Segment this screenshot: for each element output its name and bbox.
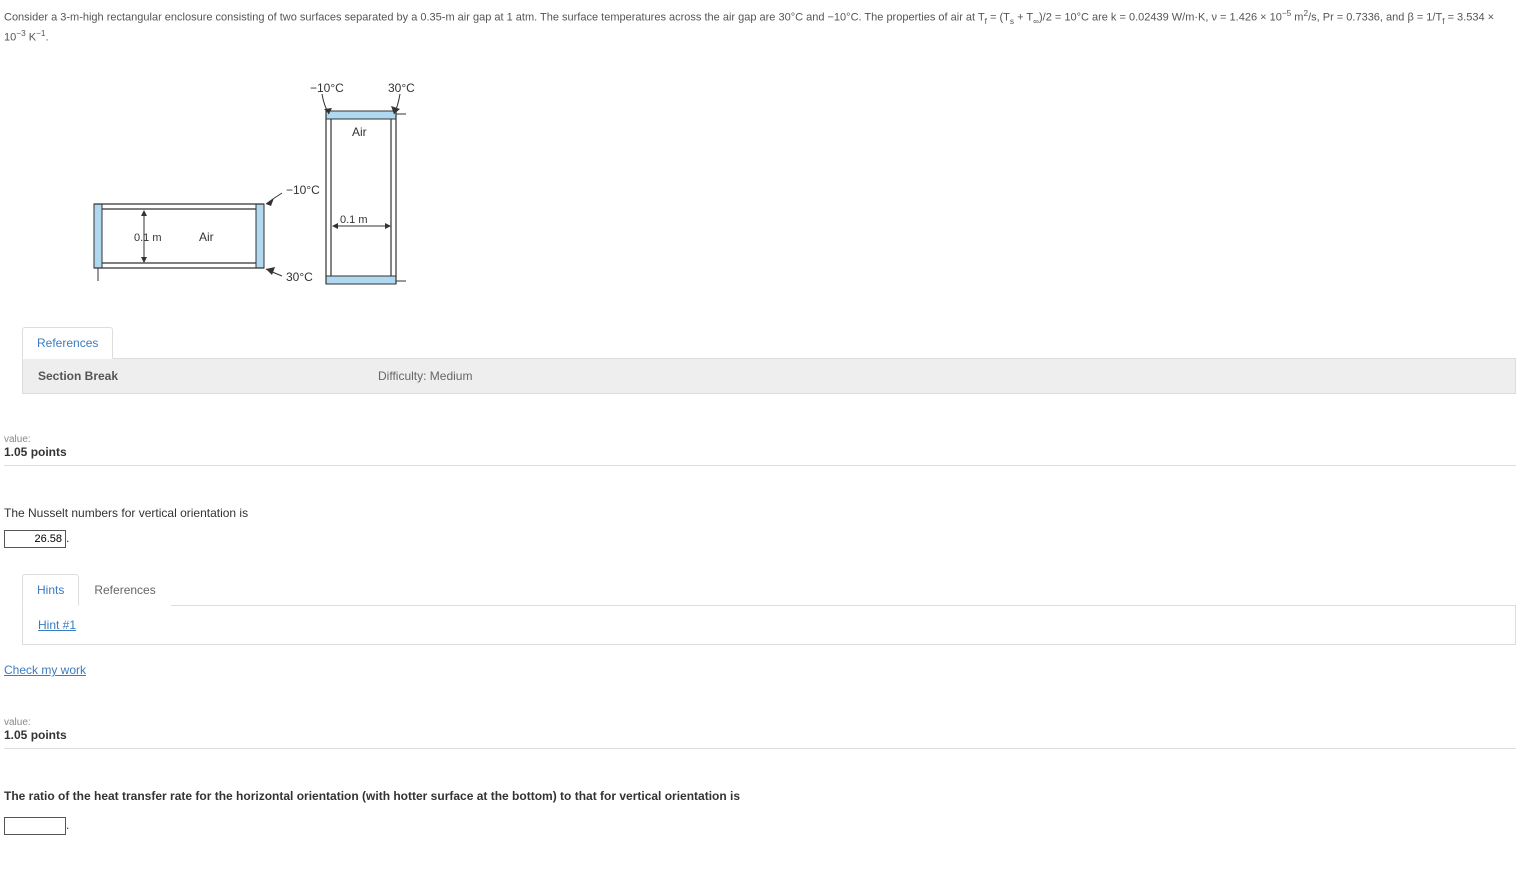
hints-panel: Hint #1 — [22, 606, 1516, 645]
q1-tabs: Hints References — [22, 573, 1516, 606]
problem-text-part: + T — [1014, 12, 1033, 24]
q1-answer-row: . — [4, 530, 1516, 548]
q2-text: The ratio of the heat transfer rate for … — [4, 789, 1516, 803]
q1-text: The Nusselt numbers for vertical orienta… — [4, 506, 1516, 520]
problem-text-part: /s, Pr = 0.7336, and β = 1/T — [1308, 12, 1442, 24]
enclosure-diagram: −10°C 30°C Air 0.1 m −10°C 30°C 0.1 m Ai… — [74, 66, 424, 306]
q1-answer-input[interactable] — [4, 530, 66, 548]
points-value: 1.05 points — [4, 445, 1516, 466]
section-break-bar: Section Break Difficulty: Medium — [22, 359, 1516, 394]
points-value: 1.05 points — [4, 728, 1516, 749]
difficulty-label: Difficulty: Medium — [378, 369, 472, 383]
period: . — [66, 818, 69, 832]
top-tabs: References — [22, 326, 1516, 359]
problem-text-part: = (T — [987, 12, 1010, 24]
superscript: −5 — [1282, 9, 1291, 18]
svg-text:−10°C: −10°C — [286, 183, 320, 197]
hint-1-link[interactable]: Hint #1 — [38, 618, 76, 632]
svg-text:Air: Air — [352, 125, 367, 139]
problem-text-part: )/2 = 10°C are k = 0.02439 W/m·K, ν = 1.… — [1039, 12, 1282, 24]
value-label: value: — [4, 434, 1516, 445]
superscript: −3 — [16, 29, 25, 38]
q2-answer-row: . — [4, 817, 1516, 835]
check-my-work-link[interactable]: Check my work — [4, 663, 86, 677]
problem-text-part: m — [1291, 12, 1303, 24]
svg-text:0.1 m: 0.1 m — [340, 214, 368, 226]
period: . — [66, 531, 69, 545]
problem-text-part: K — [26, 32, 36, 44]
problem-text-part: . — [45, 32, 48, 44]
tab-hints[interactable]: Hints — [22, 574, 79, 606]
problem-statement: Consider a 3-m-high rectangular enclosur… — [4, 8, 1516, 46]
section-break-label: Section Break — [38, 369, 378, 383]
svg-text:0.1 m: 0.1 m — [134, 232, 162, 244]
q2-answer-input[interactable] — [4, 817, 66, 835]
svg-text:−10°C: −10°C — [310, 81, 344, 95]
problem-text-part: Consider a 3-m-high rectangular enclosur… — [4, 12, 985, 24]
tab-references[interactable]: References — [22, 327, 113, 359]
svg-text:Air: Air — [199, 230, 214, 244]
tab-references[interactable]: References — [79, 574, 170, 606]
value-label: value: — [4, 717, 1516, 728]
svg-text:30°C: 30°C — [388, 81, 415, 95]
svg-text:30°C: 30°C — [286, 270, 313, 284]
